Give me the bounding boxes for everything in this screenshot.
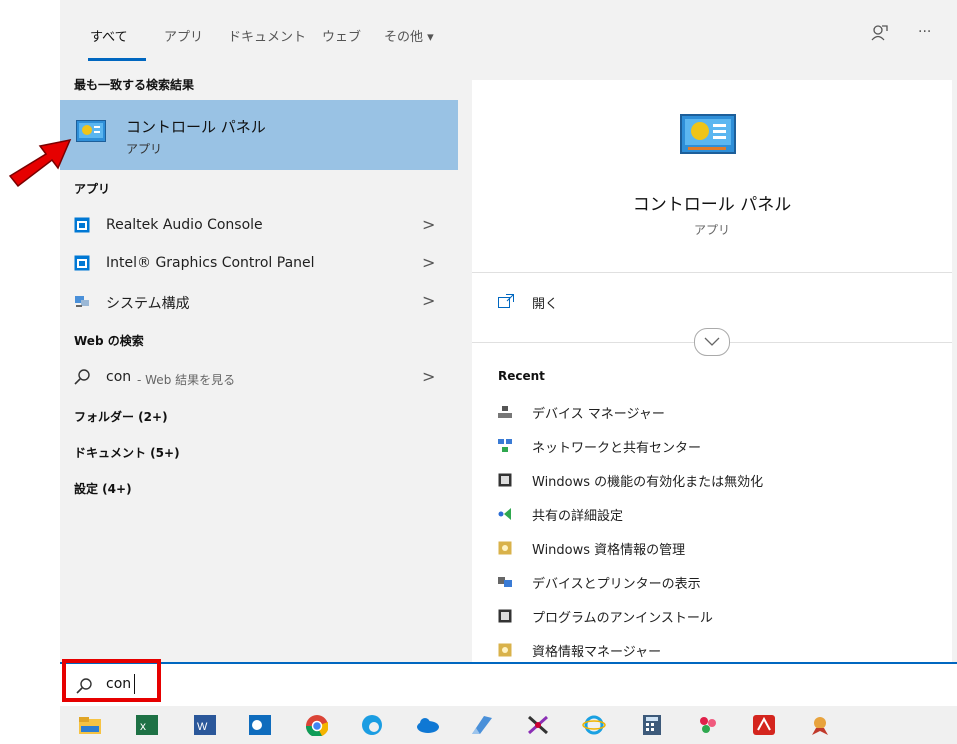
control-panel-icon (680, 114, 736, 154)
svg-text:x: x (140, 719, 146, 733)
web-search-heading: Web の検索 (74, 334, 144, 348)
chevron-right-icon[interactable]: > (422, 291, 435, 310)
recent-item-label: プログラムのアンインストール (532, 611, 713, 626)
search-scope-tabs: すべて アプリ ドキュメント ウェブ その他 ▾ ··· (60, 0, 957, 62)
chrome-icon[interactable] (304, 714, 328, 736)
recent-item-label: 共有の詳細設定 (532, 509, 624, 524)
system-config-icon (75, 296, 89, 307)
recent-item-label: Windows 資格情報の管理 (532, 543, 686, 558)
list-item-label: Realtek Audio Console (106, 217, 263, 233)
recent-item-label: 資格情報マネージャー (532, 645, 662, 660)
open-label: 開く (532, 297, 559, 312)
list-item-intel-graphics[interactable]: Intel® Graphics Control Panel > (60, 244, 458, 282)
results-list: 最も一致する検索結果 コントロール パネル アプリ アプリ Realtek Au… (60, 62, 458, 662)
network-center-icon (498, 439, 512, 452)
taskbar: x W (60, 706, 957, 744)
settings-category[interactable]: 設定 (4+) (74, 480, 132, 497)
apps-heading: アプリ (74, 182, 111, 196)
tab-all[interactable]: すべて (90, 26, 128, 45)
snipping-tool-icon[interactable] (526, 714, 550, 736)
pinwheel-app-icon[interactable] (696, 714, 720, 736)
chevron-right-icon[interactable]: > (422, 367, 435, 386)
tab-documents[interactable]: ドキュメント (228, 26, 306, 45)
web-query: con (106, 369, 132, 385)
open-icon (498, 294, 514, 308)
web-search-result[interactable]: con - Web 結果を見る > (60, 358, 458, 396)
svg-text:W: W (197, 721, 208, 733)
credential-manager-icon (498, 643, 512, 657)
annotation-arrow-icon (8, 138, 72, 188)
best-match-item[interactable]: コントロール パネル アプリ (60, 100, 458, 170)
devices-printers-icon (498, 577, 512, 587)
internet-explorer-icon[interactable] (582, 714, 606, 736)
recent-item-label: Windows の機能の有効化または無効化 (532, 475, 764, 490)
web-result-suffix: - Web 結果を見る (137, 373, 236, 387)
list-item-system-config[interactable]: システム構成 > (60, 282, 458, 320)
credential-manager-icon (498, 541, 512, 555)
tab-apps[interactable]: アプリ (164, 26, 203, 45)
best-match-subtitle: アプリ (126, 142, 163, 156)
folders-category[interactable]: フォルダー (2+) (74, 408, 168, 425)
file-explorer-icon[interactable] (78, 714, 102, 736)
control-panel-icon (76, 120, 106, 142)
search-icon (74, 369, 90, 385)
search-highlight-box (62, 659, 161, 702)
best-match-title: コントロール パネル (126, 118, 266, 136)
best-match-heading: 最も一致する検索結果 (74, 78, 195, 92)
list-item-realtek[interactable]: Realtek Audio Console > (60, 206, 458, 244)
sharing-settings-icon (498, 508, 511, 520)
divider (472, 272, 952, 273)
more-options-button[interactable]: ··· (918, 24, 931, 40)
word-icon[interactable]: W (193, 714, 217, 736)
expand-button[interactable] (694, 328, 730, 356)
documents-category[interactable]: ドキュメント (5+) (74, 444, 180, 461)
uninstall-program-icon (498, 609, 512, 623)
tab-more[interactable]: その他 ▾ (384, 26, 434, 45)
preview-pane: コントロール パネル アプリ 開く Recent デバイス マネージャー ネット… (472, 80, 952, 662)
active-tab-indicator (88, 58, 146, 61)
recent-heading: Recent (498, 369, 545, 383)
list-item-label: Intel® Graphics Control Panel (106, 255, 315, 271)
chevron-right-icon[interactable]: > (422, 253, 435, 272)
preview-subtitle: アプリ (693, 223, 730, 237)
edge-icon[interactable] (360, 714, 384, 736)
app-blue-icon[interactable] (470, 714, 494, 736)
chevron-down-icon (704, 337, 720, 346)
paint-tool-icon[interactable] (808, 714, 832, 736)
recent-item-label: デバイス マネージャー (532, 407, 665, 422)
app-window-icon (74, 255, 90, 271)
list-item-label: システム構成 (106, 296, 190, 312)
chevron-right-icon[interactable]: > (422, 215, 435, 234)
search-box[interactable]: con (60, 662, 957, 708)
preview-title: コントロール パネル (632, 195, 792, 215)
calculator-icon[interactable] (640, 714, 664, 736)
app-window-icon (74, 217, 90, 233)
tab-web[interactable]: ウェブ (322, 26, 361, 45)
recent-item-label: ネットワークと共有センター (532, 441, 702, 456)
excel-icon[interactable]: x (135, 714, 159, 736)
feedback-icon[interactable] (870, 24, 888, 42)
recent-item-label: デバイスとプリンターの表示 (532, 577, 701, 592)
windows-features-icon (498, 473, 512, 487)
onedrive-icon[interactable] (415, 714, 439, 736)
device-manager-icon (498, 406, 512, 418)
outlook-icon[interactable] (248, 714, 272, 736)
open-button[interactable]: 開く (498, 292, 698, 316)
acrobat-icon[interactable] (752, 714, 776, 736)
